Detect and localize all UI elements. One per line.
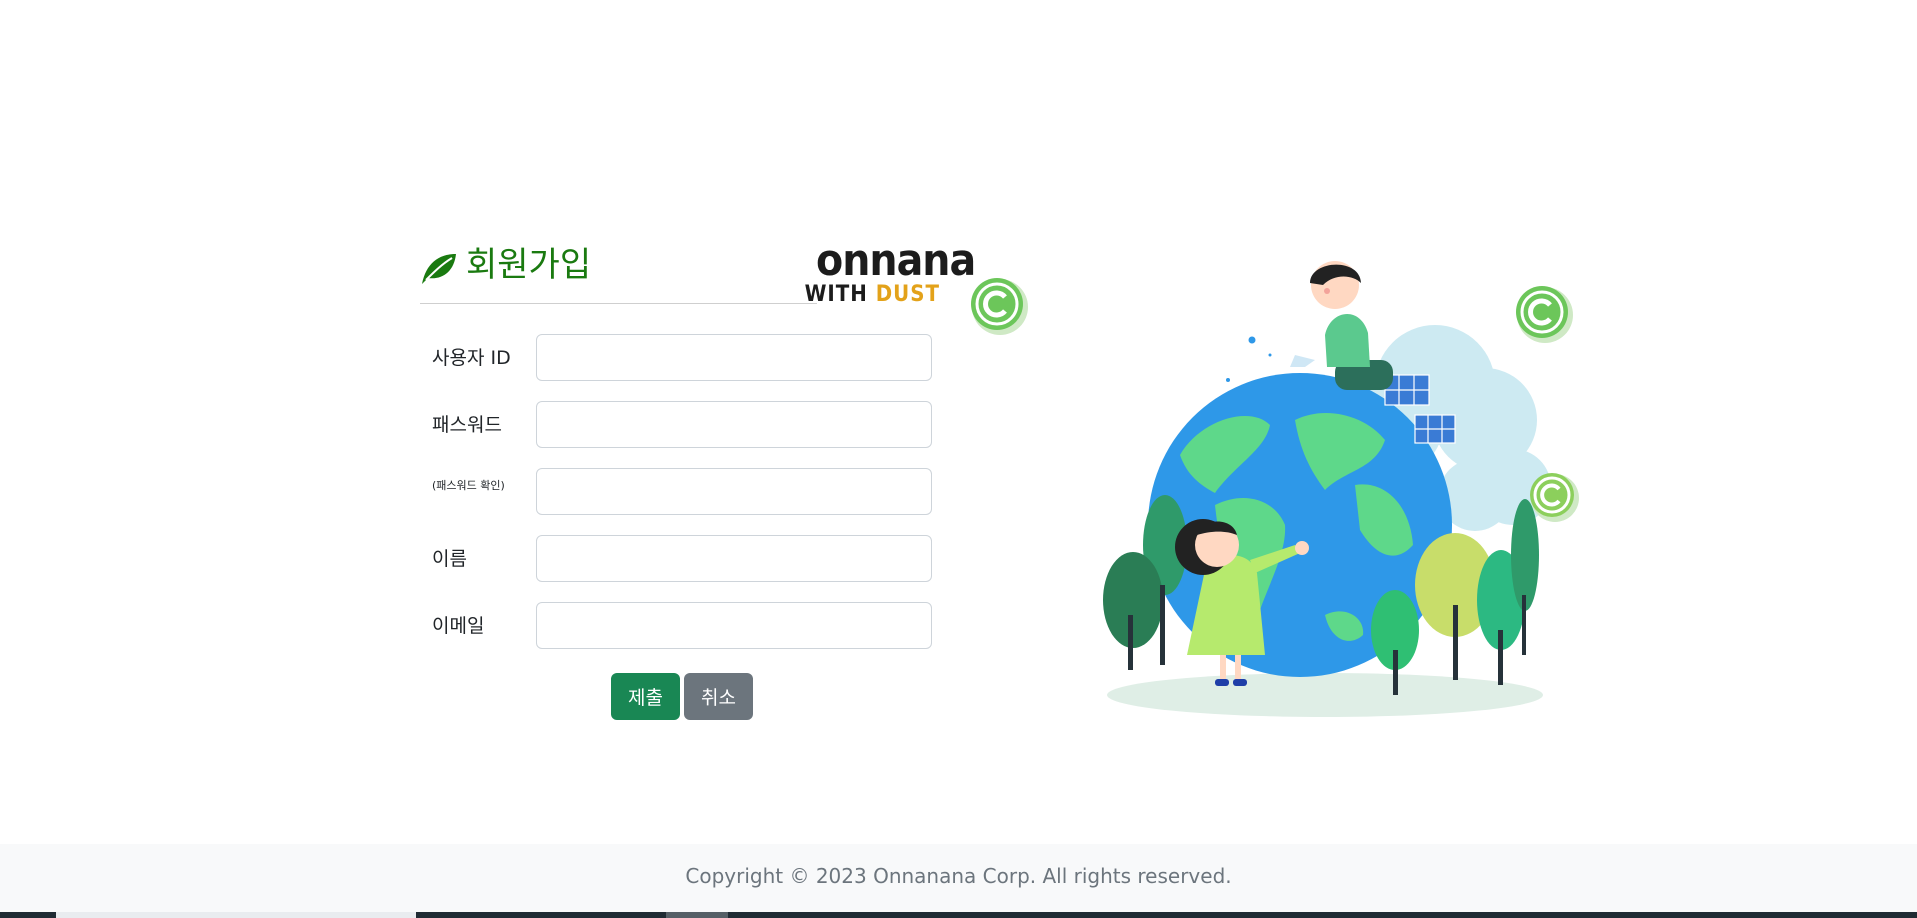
logo-subtitle: WITH DUST (805, 282, 940, 308)
signup-header: 회원가입 onnana WITH DUST (420, 236, 977, 312)
coin-icon-2 (1516, 286, 1573, 343)
password-row: 패스워드 (420, 401, 933, 449)
email-input[interactable] (536, 602, 932, 649)
onnana-logo: onnana WITH DUST (805, 236, 977, 312)
userid-label: 사용자 ID (432, 347, 511, 369)
email-row: 이메일 (420, 602, 933, 650)
password-confirm-input[interactable] (536, 468, 932, 515)
footer: Copyright © 2023 Onnanana Corp. All righ… (0, 844, 1917, 918)
name-row: 이름 (420, 535, 933, 583)
logo-wordmark: onnana (816, 235, 976, 286)
taskbar-search[interactable] (56, 912, 416, 918)
taskbar-app[interactable] (666, 912, 728, 918)
submit-button[interactable]: 제출 (611, 673, 680, 720)
name-input[interactable] (536, 535, 932, 582)
password-confirm-row: (패스워드 확인) (420, 468, 933, 516)
password-input[interactable] (536, 401, 932, 448)
cancel-button[interactable]: 취소 (684, 673, 753, 720)
name-label: 이름 (432, 548, 467, 570)
password-label: 패스워드 (432, 414, 502, 436)
taskbar-strip (0, 912, 1917, 918)
copyright-text: Copyright © 2023 Onnanana Corp. All righ… (685, 864, 1232, 888)
password-confirm-label: (패스워드 확인) (432, 479, 505, 492)
userid-input[interactable] (536, 334, 932, 381)
email-label: 이메일 (432, 615, 485, 637)
page-title: 회원가입 (466, 245, 592, 285)
leaf-icon (422, 254, 456, 284)
coin-icon-1 (971, 278, 1028, 335)
userid-row: 사용자 ID (420, 334, 933, 382)
earth-illustration (971, 261, 1579, 717)
title-wrap: 회원가입 (420, 240, 817, 304)
logo-dust: DUST (875, 282, 940, 307)
logo-with: WITH (804, 282, 868, 307)
